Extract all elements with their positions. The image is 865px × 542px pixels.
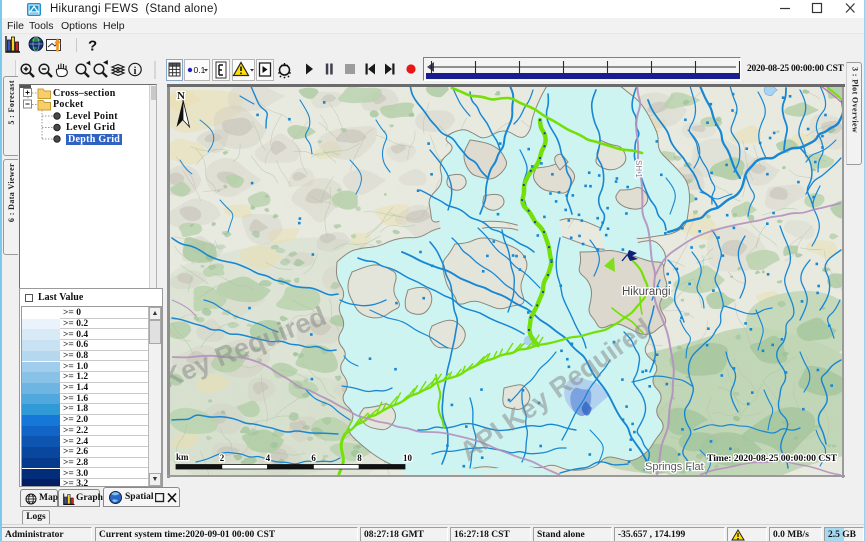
svg-text:2: 2 [220,453,225,463]
svg-text:Springs Flat: Springs Flat [645,461,704,473]
svg-text:6: 6 [311,453,316,463]
svg-text:10: 10 [403,453,413,463]
svg-text:8: 8 [357,453,362,463]
svg-text:i: i [134,66,137,77]
svg-text:km: km [176,452,189,462]
svg-text:0.1: 0.1 [194,65,206,75]
svg-text:Time: 2020-08-25 00:00:00 CST: Time: 2020-08-25 00:00:00 CST [707,453,838,464]
svg-text:N: N [177,90,185,102]
svg-text:SH 1: SH 1 [634,160,643,178]
svg-text:Hikurangi: Hikurangi [622,286,671,298]
svg-text:4: 4 [266,453,271,463]
svg-text:?: ? [88,38,97,55]
